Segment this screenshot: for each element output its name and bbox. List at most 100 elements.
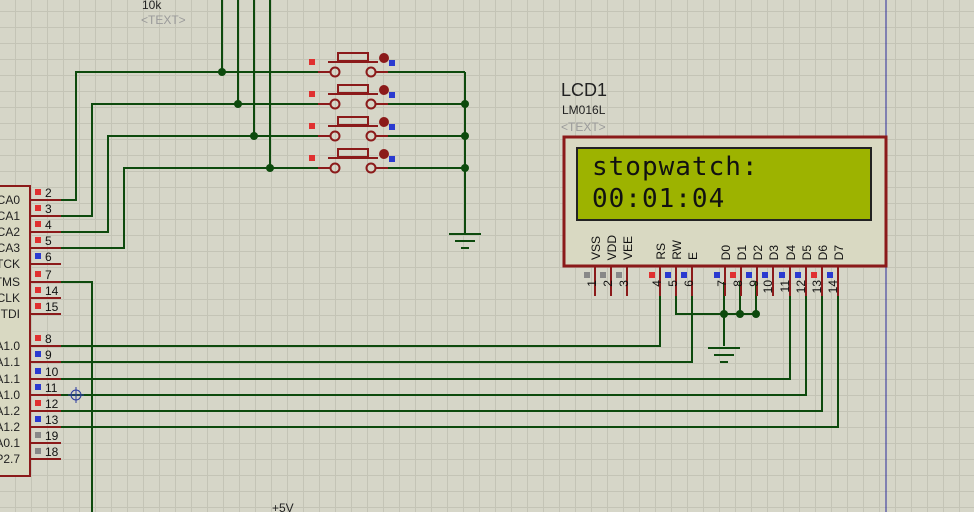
mcu-pin-number: 11 <box>45 381 58 395</box>
mcu-pin-marker <box>35 271 41 277</box>
mcu-pin-marker <box>35 416 41 422</box>
mcu-pin-number: 6 <box>45 250 52 264</box>
lcd-pin-marker <box>762 272 768 278</box>
lcd-pin-number: 2 <box>601 280 615 287</box>
mcu-pin-number: 12 <box>45 397 59 411</box>
push-buttons[interactable] <box>309 52 395 174</box>
lcd-pin-name: D5 <box>800 244 814 260</box>
lcd-pin-marker <box>779 272 785 278</box>
mcu-pin-label: TCLK <box>0 291 20 305</box>
mcu-pin-label: A1.1 <box>0 355 20 369</box>
mcu-pin-number: 15 <box>45 300 59 314</box>
lcd-pin-marker <box>746 272 752 278</box>
mcu-pin-number: 13 <box>45 413 59 427</box>
mcu-pin-label: CA3 <box>0 241 20 255</box>
lcd-reference: LCD1 <box>561 80 608 100</box>
lcd-pin-number: 6 <box>682 280 696 287</box>
lcd-pin-number: 11 <box>778 280 792 293</box>
mcu-pin-marker <box>35 287 41 293</box>
push-button-1[interactable] <box>309 52 395 78</box>
mcu-pin-marker <box>35 303 41 309</box>
mcu-pin-marker <box>35 384 41 390</box>
lcd-pin-marker <box>811 272 817 278</box>
lcd-pin-name: VSS <box>589 235 603 260</box>
mcu-pin-marker <box>35 335 41 341</box>
lcd-pin-number: 8 <box>731 280 745 287</box>
mcu-pin-marker <box>35 368 41 374</box>
lcd-pin-name: D2 <box>751 244 765 260</box>
lcd-pin-marker <box>649 272 655 278</box>
mcu-pin-label: CA1 <box>0 209 20 223</box>
lcd-pin-name: D3 <box>767 244 781 260</box>
schematic-canvas[interactable]: 10k <TEXT> LCD1 LM016L <TEXT> stopwatch:… <box>0 0 974 512</box>
mcu-pin-number: 9 <box>45 348 52 362</box>
mcu-pin-marker <box>35 237 41 243</box>
lcd-pin-marker <box>600 272 606 278</box>
power-label: +5V <box>272 501 294 512</box>
ground-symbol-buttons <box>449 233 481 249</box>
mcu-pin-label: A1.2 <box>0 404 20 418</box>
lcd-pin-number: 1 <box>585 280 599 287</box>
lcd-pin-number: 12 <box>794 280 808 294</box>
lcd-pin-marker <box>795 272 801 278</box>
lcd-pin-number: 4 <box>650 280 664 287</box>
mcu-pin-label: A0.1 <box>0 436 20 450</box>
mcu-pin-number: 19 <box>45 429 59 443</box>
mcu-pin-number: 2 <box>45 186 52 200</box>
mcu-pin-number: 7 <box>45 268 52 282</box>
push-button-4[interactable] <box>309 148 395 174</box>
lcd-pin-name: D6 <box>816 244 830 260</box>
mcu-pin-label: CA0 <box>0 193 20 207</box>
lcd-text-placeholder: <TEXT> <box>561 120 606 134</box>
mcu-pin-marker <box>35 189 41 195</box>
lcd-model: LM016L <box>562 103 606 117</box>
resistor-text-placeholder: <TEXT> <box>141 13 186 27</box>
lcd-pin-name: D7 <box>832 244 846 260</box>
lcd-pin-name: D1 <box>735 244 749 260</box>
lcd-pin-number: 9 <box>747 280 761 287</box>
lcd-pin-number: 7 <box>715 280 729 287</box>
lcd-pin-name: D0 <box>719 244 733 260</box>
lcd-pin-name: RS <box>654 243 668 260</box>
mcu-pin-label: A1.1 <box>0 372 20 386</box>
lcd-line-2: 00:01:04 <box>592 184 726 214</box>
mcu-pin-number: 5 <box>45 234 52 248</box>
mcu-pin-label: A1.0 <box>0 339 20 353</box>
resistor-value: 10k <box>142 0 162 12</box>
mcu-pin-marker <box>35 253 41 259</box>
push-button-2[interactable] <box>309 84 395 110</box>
lcd-pin-marker <box>714 272 720 278</box>
mcu-pin-number: 3 <box>45 202 52 216</box>
lcd-pin-name: VDD <box>605 234 619 260</box>
lcd-pin-marker <box>681 272 687 278</box>
mcu-pin-label: TDI <box>0 307 20 321</box>
lcd-pin-name: D4 <box>784 244 798 260</box>
lcd-pin-number: 3 <box>617 280 631 287</box>
lcd-pin-marker <box>665 272 671 278</box>
mcu-pin-label: A1.2 <box>0 420 20 434</box>
lcd-pin-number: 10 <box>761 280 775 294</box>
mcu-pin-marker <box>35 205 41 211</box>
mcu-pin-marker <box>35 221 41 227</box>
lcd-pin-name: RW <box>670 240 684 260</box>
mcu-pin-label: CA2 <box>0 225 20 239</box>
mcu-pin-label: A1.0 <box>0 388 20 402</box>
mcu-pin-marker <box>35 351 41 357</box>
mcu-pin-marker <box>35 432 41 438</box>
push-button-3[interactable] <box>309 116 395 142</box>
mcu-pin-label: TCK <box>0 257 20 271</box>
lcd-pin-number: 14 <box>826 280 840 294</box>
ground-symbol-lcd <box>708 347 740 363</box>
lcd-pin-number: 5 <box>666 280 680 287</box>
mcu-pin-number: 10 <box>45 365 59 379</box>
lcd-pin-marker <box>584 272 590 278</box>
mcu-pin-label: P2.7 <box>0 452 20 466</box>
lcd-pin-number: 13 <box>810 280 824 294</box>
mcu-pin-number: 14 <box>45 284 59 298</box>
lcd-pin-name: VEE <box>621 235 635 260</box>
mcu-pin-marker <box>35 400 41 406</box>
lcd-line-1: stopwatch: <box>592 152 759 182</box>
lcd-pin-marker <box>616 272 622 278</box>
mcu-pin-marker <box>35 448 41 454</box>
lcd-pin-marker <box>730 272 736 278</box>
